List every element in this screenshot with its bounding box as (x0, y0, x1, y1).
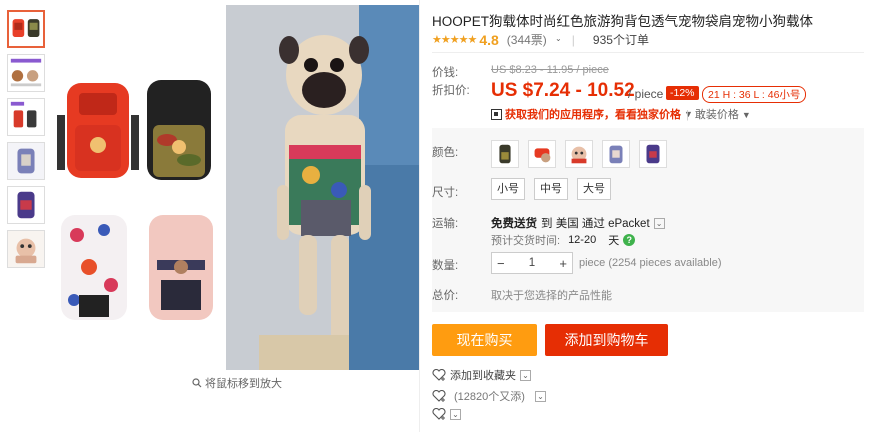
color-label: 颜色: (432, 147, 459, 159)
add-to-cart-button[interactable]: 添加到购物车 (545, 324, 668, 356)
quantity-available: piece (2254 pieces available) (579, 257, 722, 269)
chevron-down-icon[interactable]: ⌄ (450, 408, 461, 420)
current-price: US $7.24 - 10.52 (491, 80, 635, 101)
order-count: 935个订单 (592, 33, 649, 47)
size-option-medium[interactable]: 中号 (534, 178, 568, 200)
color-swatch-3[interactable] (565, 140, 593, 168)
wishlist-count-row: (12820个又添) ⌄ (432, 388, 546, 404)
coupon-price-link[interactable]: | 敢装价格 ▼ (686, 106, 751, 122)
color-swatch-2[interactable] (528, 140, 556, 168)
star-rating-icon: ★★★★★ (432, 34, 477, 46)
help-icon[interactable]: ? (623, 234, 636, 246)
app-price-text: 获取我们的应用程序，看看独家价格 (505, 109, 681, 121)
shipping-route: 到 美国 通过 ePacket (541, 218, 650, 230)
eta-value: 12-20 (568, 234, 597, 246)
size-option-large[interactable]: 大号 (577, 178, 611, 200)
thumbnail-1[interactable] (7, 10, 45, 48)
shipping-label: 运输: (432, 218, 459, 230)
buy-now-button[interactable]: 现在购买 (432, 324, 537, 356)
rating-value: 4.8 (479, 31, 499, 48)
rating-row: ★★★★★ 4.8 (344票) ⌄ | 935个订单 (432, 31, 649, 48)
product-page: 将鼠标移到放大 HOOPET狗载体时尚红色旅游狗背包透气宠物袋肩宠物小狗载体 ★… (0, 0, 872, 432)
thumbnail-3[interactable] (7, 98, 45, 136)
caret-down-icon: ▼ (741, 110, 751, 120)
wishlist-extra-row: ⌄ (432, 408, 461, 420)
total-value: 取决于您选择的产品性能 (491, 290, 612, 302)
total-label: 总价: (432, 290, 459, 302)
app-price-link[interactable]: 获取我们的应用程序，看看独家价格 ▼ (491, 106, 693, 122)
color-swatch-4[interactable] (602, 140, 630, 168)
thumbnail-4[interactable] (7, 142, 45, 180)
chevron-down-icon[interactable]: ⌄ (520, 369, 531, 381)
add-to-wishlist[interactable]: 添加到收藏夹 ⌄ (432, 367, 531, 383)
heart-add-icon[interactable] (432, 408, 446, 420)
quantity-input[interactable]: 1 (529, 257, 535, 269)
heart-add-icon (432, 369, 446, 381)
product-title: HOOPET狗载体时尚红色旅游狗背包透气宠物袋肩宠物小狗载体 (432, 14, 814, 29)
qr-code-icon (491, 108, 502, 120)
divider (432, 52, 864, 53)
eta-label: 预计交货时间: (491, 235, 561, 247)
chevron-down-icon[interactable]: ⌄ (553, 34, 564, 45)
eta-unit: 天 (608, 235, 620, 247)
free-shipping-text: 免费送货 (491, 218, 537, 230)
color-swatch-5[interactable] (639, 140, 667, 168)
price-unit: / piece (628, 87, 664, 101)
price-label: 价钱: (432, 67, 459, 79)
magnifier-icon (192, 378, 202, 388)
divider (419, 0, 420, 432)
main-product-image[interactable] (49, 5, 419, 370)
thumbnail-list (7, 10, 47, 274)
countdown-timer: 21 H : 36 L : 46小号 (702, 86, 807, 103)
minus-button[interactable]: − (497, 256, 505, 271)
separator: | (571, 32, 575, 47)
quantity-stepper: − 1 + (491, 252, 573, 274)
color-swatch-1[interactable] (491, 140, 519, 168)
chevron-down-icon[interactable]: ⌄ (653, 217, 665, 229)
review-count[interactable]: (344票) (507, 31, 547, 48)
plus-button[interactable]: + (559, 256, 567, 271)
wishlist-text: 添加到收藏夹 (450, 370, 516, 382)
delivery-estimate: 预计交货时间: 12-20 天 ? (491, 232, 636, 248)
original-price: US $8.23 - 11.95 / piece (491, 64, 609, 76)
discount-price-label: 折扣价: (432, 85, 470, 97)
size-option-small[interactable]: 小号 (491, 178, 525, 200)
zoom-hint-text: 将鼠标移到放大 (205, 378, 282, 390)
zoom-hint: 将鼠标移到放大 (192, 375, 282, 391)
quantity-label: 数量: (432, 260, 459, 272)
chevron-down-icon[interactable]: ⌄ (534, 390, 546, 402)
wishlist-count: (12820个又添) (454, 391, 525, 403)
shipping-method[interactable]: 免费送货 到 美国 通过 ePacket ⌄ (491, 215, 665, 231)
thumbnail-5[interactable] (7, 186, 45, 224)
heart-add-icon (432, 390, 446, 402)
thumbnail-6[interactable] (7, 230, 45, 268)
size-label: 尺寸: (432, 187, 459, 199)
discount-badge: -12% (666, 86, 699, 100)
thumbnail-2[interactable] (7, 54, 45, 92)
